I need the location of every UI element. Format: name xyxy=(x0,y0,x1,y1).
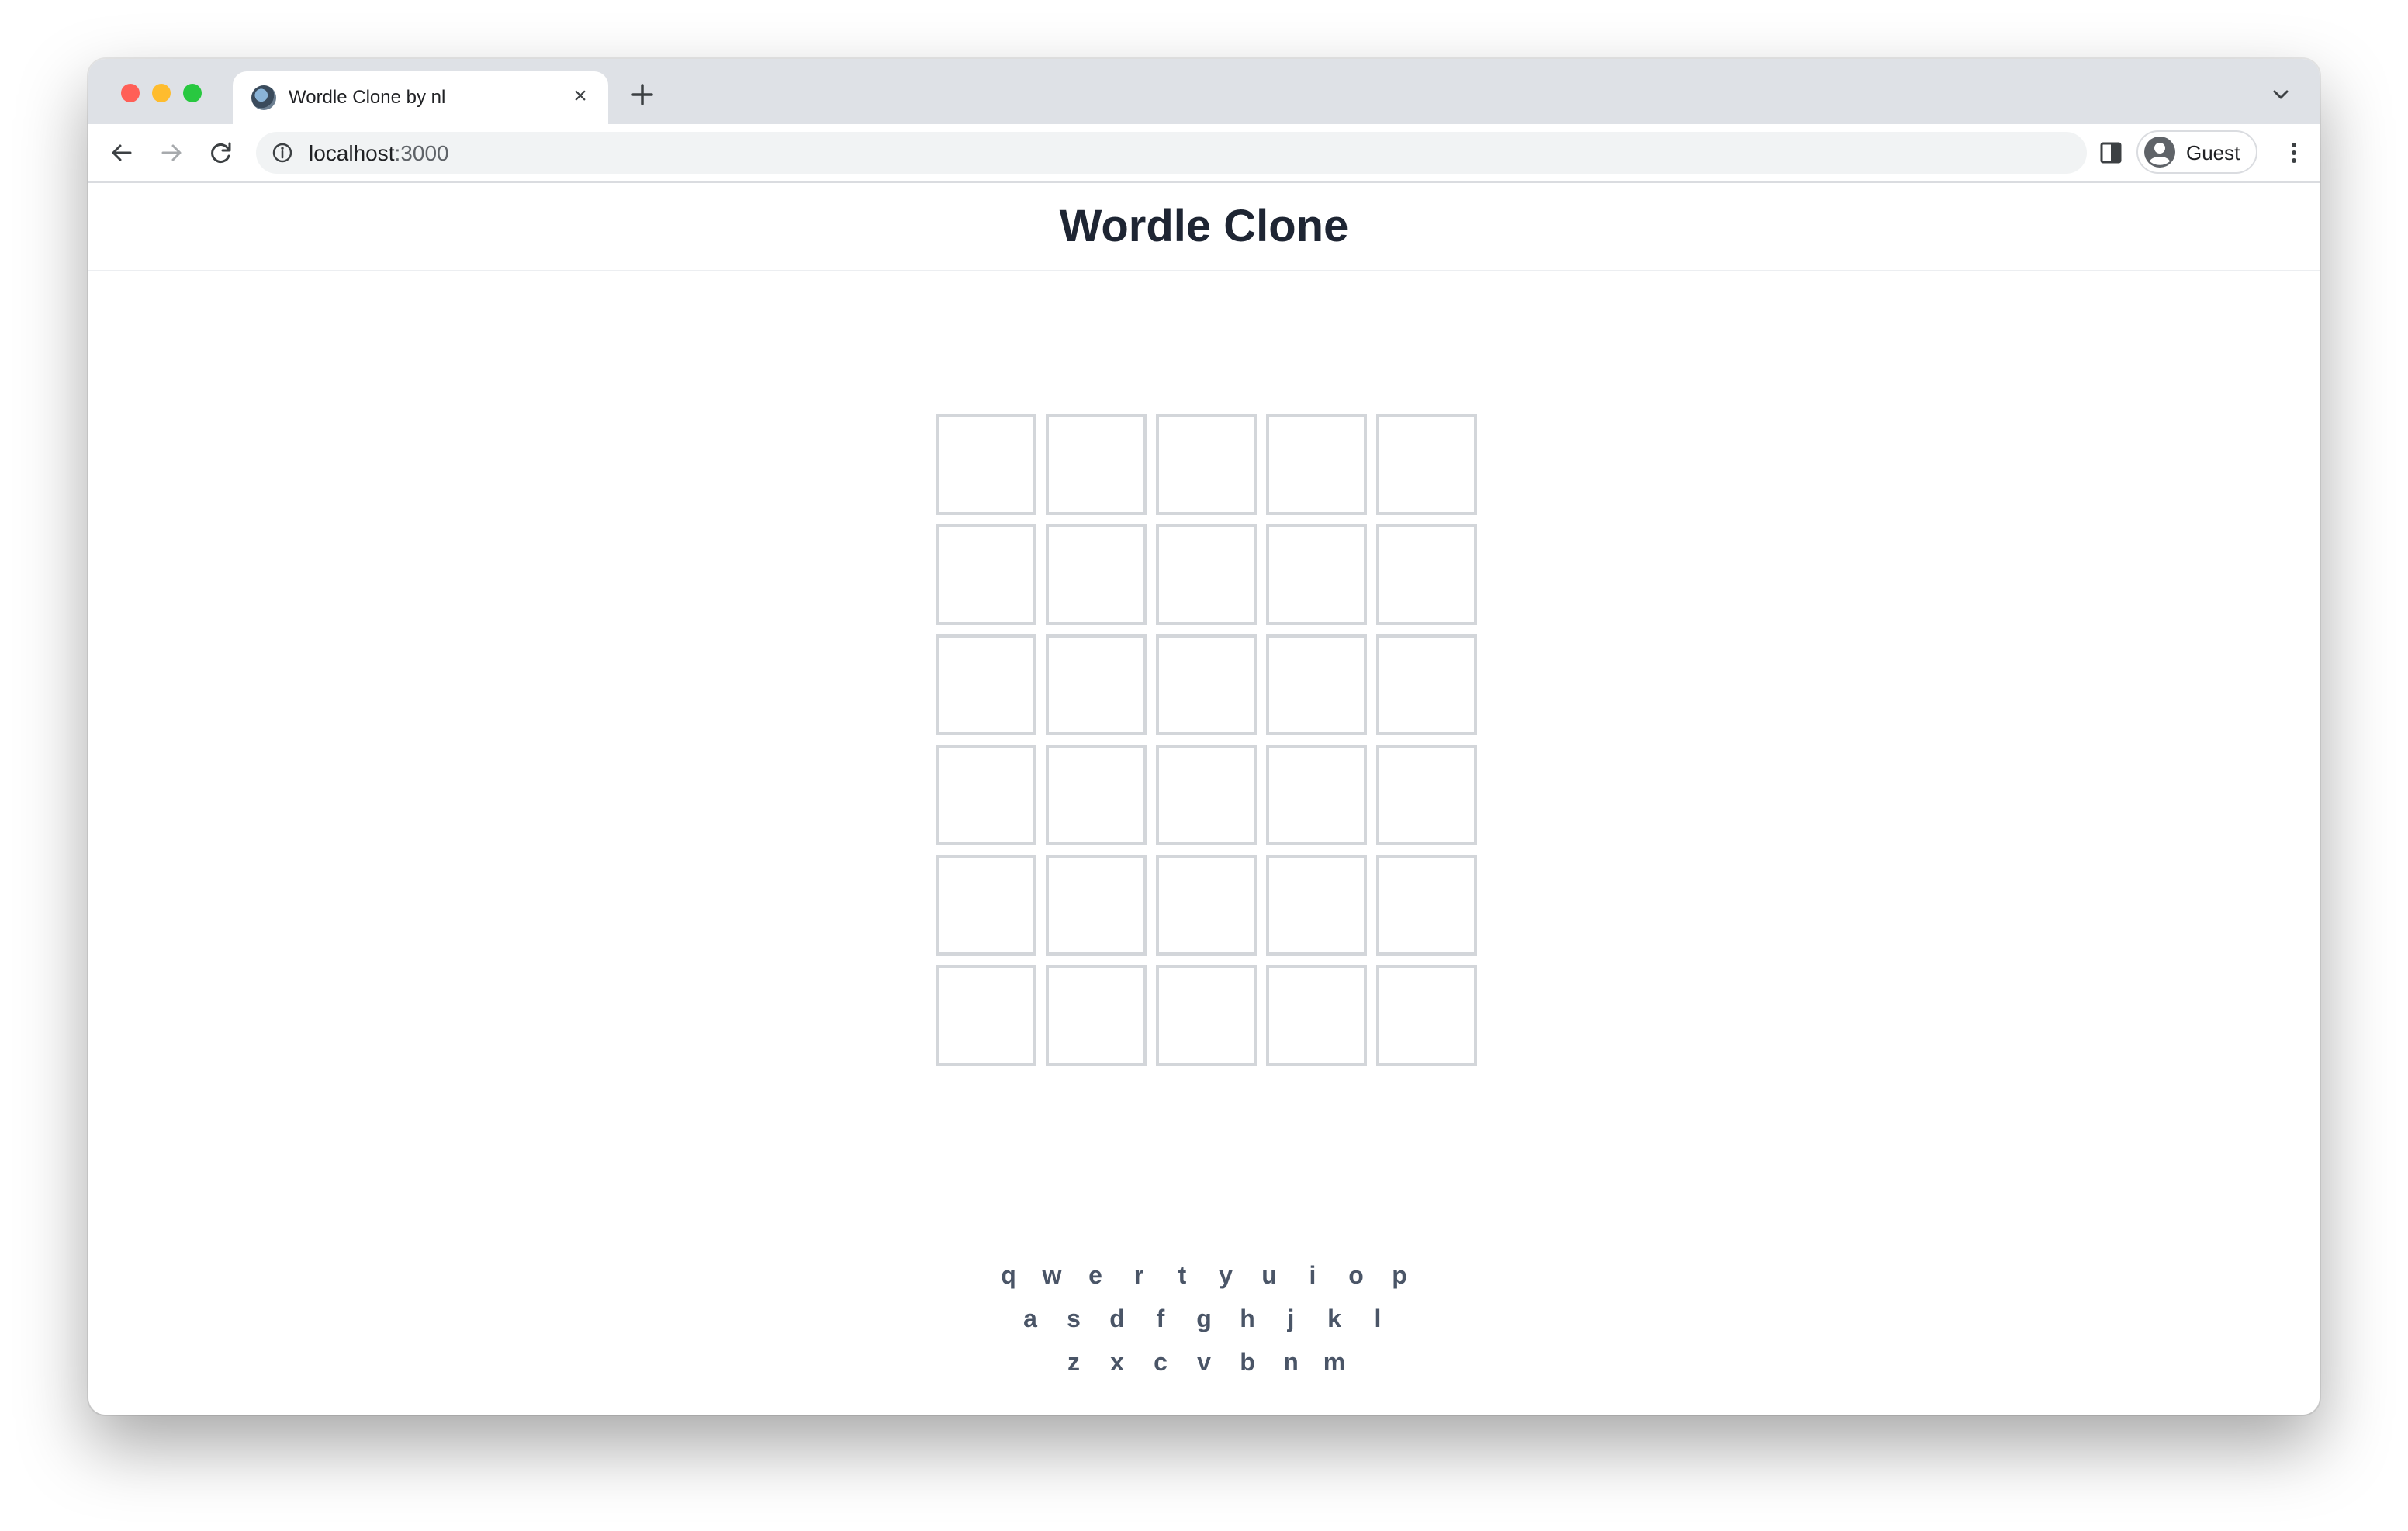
key-w[interactable]: w xyxy=(1030,1253,1074,1297)
side-panel-button[interactable] xyxy=(2093,135,2129,171)
key-g[interactable]: g xyxy=(1182,1297,1226,1340)
kebab-menu-icon xyxy=(2292,143,2296,163)
forward-button[interactable] xyxy=(154,135,189,171)
board-tile xyxy=(1376,524,1477,625)
page-content: Wordle Clone qwertyuiopasdfghjklzxcvbnm xyxy=(88,183,2320,1415)
key-l[interactable]: l xyxy=(1356,1297,1399,1340)
board-tile xyxy=(936,965,1036,1066)
address-bar[interactable]: localhost:3000 xyxy=(256,132,2087,174)
side-panel-icon xyxy=(2100,142,2122,164)
board-tile xyxy=(1156,524,1257,625)
board-tile xyxy=(1376,745,1477,845)
board-tile xyxy=(1376,634,1477,735)
page-title: Wordle Clone xyxy=(1059,201,1349,251)
key-p[interactable]: p xyxy=(1378,1253,1421,1297)
browser-toolbar: localhost:3000 Guest xyxy=(88,124,2320,183)
key-k[interactable]: k xyxy=(1313,1297,1356,1340)
close-icon[interactable]: × xyxy=(566,82,594,110)
favicon-icon xyxy=(251,85,276,110)
maximize-window-button[interactable] xyxy=(183,84,202,102)
plus-icon xyxy=(631,84,653,105)
key-i[interactable]: i xyxy=(1291,1253,1334,1297)
board-tile xyxy=(1156,855,1257,956)
board-tile xyxy=(1376,855,1477,956)
key-c[interactable]: c xyxy=(1139,1340,1182,1384)
url-text: localhost:3000 xyxy=(309,141,449,166)
back-button[interactable] xyxy=(104,135,140,171)
key-s[interactable]: s xyxy=(1052,1297,1095,1340)
key-y[interactable]: y xyxy=(1204,1253,1247,1297)
key-t[interactable]: t xyxy=(1161,1253,1204,1297)
board-tile xyxy=(1266,634,1367,735)
account-circle-icon xyxy=(2144,137,2175,168)
reload-icon xyxy=(211,142,231,163)
board-tile xyxy=(1156,745,1257,845)
new-tab-button[interactable] xyxy=(625,78,659,112)
key-r[interactable]: r xyxy=(1117,1253,1161,1297)
board-tile xyxy=(1266,965,1367,1066)
url-port: :3000 xyxy=(394,141,449,165)
board-tile xyxy=(936,634,1036,735)
key-b[interactable]: b xyxy=(1226,1340,1269,1384)
key-o[interactable]: o xyxy=(1334,1253,1378,1297)
board-tile xyxy=(936,745,1036,845)
board-tile xyxy=(1046,965,1147,1066)
key-e[interactable]: e xyxy=(1074,1253,1117,1297)
game-board xyxy=(936,414,1477,1066)
key-j[interactable]: j xyxy=(1269,1297,1313,1340)
board-tile xyxy=(936,524,1036,625)
arrow-left-icon xyxy=(112,144,132,161)
key-v[interactable]: v xyxy=(1182,1340,1226,1384)
keyboard-row: qwertyuiop xyxy=(88,1253,2320,1297)
board-tile xyxy=(1046,524,1147,625)
board-tile xyxy=(1156,965,1257,1066)
key-n[interactable]: n xyxy=(1269,1340,1313,1384)
on-screen-keyboard: qwertyuiopasdfghjklzxcvbnm xyxy=(88,1253,2320,1384)
key-u[interactable]: u xyxy=(1247,1253,1291,1297)
board-tile xyxy=(1046,745,1147,845)
profile-button[interactable]: Guest xyxy=(2136,130,2258,174)
board-tile xyxy=(1046,414,1147,515)
board-tile xyxy=(1266,855,1367,956)
arrow-right-icon xyxy=(161,144,182,161)
key-f[interactable]: f xyxy=(1139,1297,1182,1340)
reload-button[interactable] xyxy=(203,135,239,171)
tab-strip: Wordle Clone by nl × xyxy=(88,59,2320,124)
board-tile xyxy=(1266,414,1367,515)
board-tile xyxy=(1046,855,1147,956)
info-icon[interactable] xyxy=(272,142,293,164)
browser-menu-button[interactable] xyxy=(2281,135,2307,171)
board-tile xyxy=(936,855,1036,956)
chevron-down-icon xyxy=(2273,90,2289,99)
board-tile xyxy=(1156,634,1257,735)
profile-name: Guest xyxy=(2186,141,2240,164)
browser-window: Wordle Clone by nl × localhost:3000 Gues… xyxy=(88,59,2320,1415)
key-x[interactable]: x xyxy=(1095,1340,1139,1384)
close-window-button[interactable] xyxy=(121,84,140,102)
board-tile xyxy=(1156,414,1257,515)
keyboard-row: asdfghjkl xyxy=(88,1297,2320,1340)
url-host: localhost xyxy=(309,141,395,165)
key-m[interactable]: m xyxy=(1313,1340,1356,1384)
key-h[interactable]: h xyxy=(1226,1297,1269,1340)
board-tile xyxy=(1266,524,1367,625)
key-z[interactable]: z xyxy=(1052,1340,1095,1384)
board-tile xyxy=(936,414,1036,515)
board-tile xyxy=(1376,965,1477,1066)
keyboard-row: zxcvbnm xyxy=(88,1340,2320,1384)
minimize-window-button[interactable] xyxy=(152,84,171,102)
board-tile xyxy=(1266,745,1367,845)
key-d[interactable]: d xyxy=(1095,1297,1139,1340)
board-tile xyxy=(1376,414,1477,515)
key-q[interactable]: q xyxy=(987,1253,1030,1297)
board-tile xyxy=(1046,634,1147,735)
active-tab[interactable]: Wordle Clone by nl × xyxy=(233,71,608,124)
key-a[interactable]: a xyxy=(1009,1297,1052,1340)
tab-title: Wordle Clone by nl xyxy=(289,87,446,108)
page-header: Wordle Clone xyxy=(88,183,2320,271)
tab-search-button[interactable] xyxy=(2265,79,2296,110)
